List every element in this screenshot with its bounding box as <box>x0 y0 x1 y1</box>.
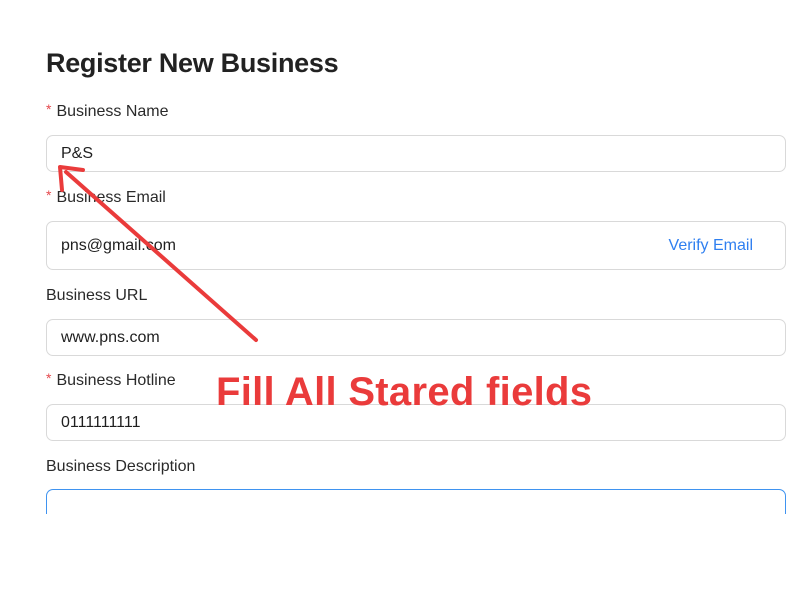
business-description-label: Business Description <box>46 458 195 476</box>
business-hotline-label-text: Business Hotline <box>56 372 176 389</box>
business-email-label-text: Business Email <box>56 189 166 206</box>
business-email-input[interactable]: pns@gmail.com Verify Email <box>46 221 786 270</box>
business-name-input[interactable]: P&S <box>46 135 786 172</box>
business-name-label: * Business Name <box>46 101 169 121</box>
screenshot-cutoff <box>0 514 800 600</box>
business-url-label-text: Business URL <box>46 287 148 304</box>
business-description-label-text: Business Description <box>46 458 196 475</box>
business-hotline-label: * Business Hotline <box>46 370 176 390</box>
business-url-input[interactable]: www.pns.com <box>46 319 786 356</box>
page-title: Register New Business <box>46 48 339 78</box>
required-marker: * <box>46 370 52 386</box>
business-email-label: * Business Email <box>46 187 166 207</box>
required-marker: * <box>46 187 52 203</box>
business-url-value: www.pns.com <box>61 328 160 346</box>
business-name-label-text: Business Name <box>56 103 169 120</box>
business-name-value: P&S <box>61 144 94 162</box>
business-hotline-value: 0111111111 <box>61 413 141 431</box>
required-marker: * <box>46 101 52 117</box>
annotation-text: Fill All Stared fields <box>216 370 593 414</box>
business-url-label: Business URL <box>46 287 147 305</box>
business-email-value: pns@gmail.com <box>61 236 176 254</box>
verify-email-button[interactable]: Verify Email <box>669 237 753 255</box>
